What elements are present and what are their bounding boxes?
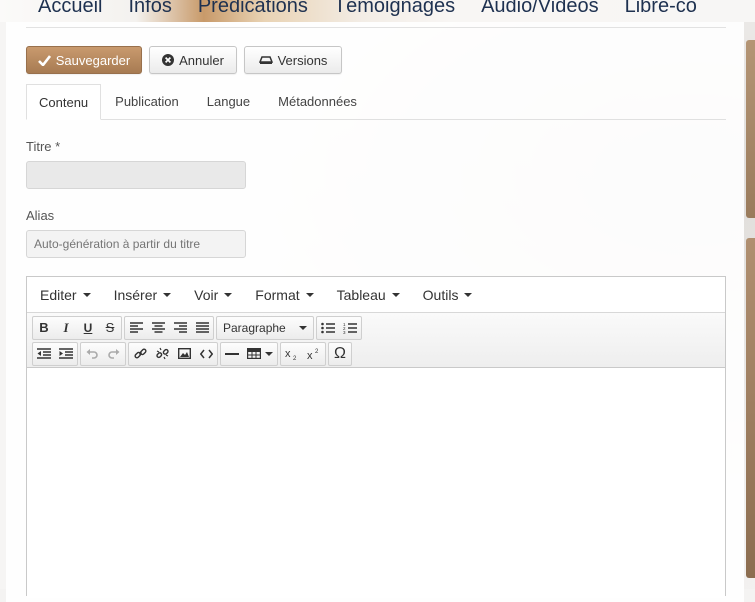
menu-inserer[interactable]: Insérer [114,287,172,303]
align-center-icon[interactable] [147,317,169,339]
subscript-icon[interactable]: x2 [281,343,303,365]
strikethrough-button[interactable]: S [99,317,121,339]
archive-icon [258,55,273,65]
side-decoration-top [746,40,755,218]
align-justify-icon[interactable] [191,317,213,339]
header-divider [26,27,726,28]
nav-item-audio-videos[interactable]: Audio/Vidéos [481,0,599,21]
menu-editer[interactable]: Editer [40,287,91,303]
menu-voir-label: Voir [194,286,219,303]
menu-format[interactable]: Format [255,286,314,303]
menu-format-label: Format [255,286,300,303]
check-icon [37,54,51,66]
editor-content-area[interactable] [27,368,725,598]
menu-voir[interactable]: Voir [194,286,233,303]
nav-item-predications[interactable]: Prédications [198,0,308,21]
tab-contenu[interactable]: Contenu [26,84,102,120]
caret-down-icon [464,292,473,297]
caret-down-icon [224,292,233,297]
superscript-icon[interactable]: x2 [303,343,325,365]
menu-outils-label: Outils [422,286,459,303]
format-select-value: Paragraphe [223,320,286,335]
code-icon[interactable] [195,343,217,365]
tab-langue[interactable]: Langue [193,84,264,120]
title-label: Titre * [26,139,61,154]
redo-icon[interactable] [103,343,125,365]
history-group [80,341,126,366]
link-icon[interactable] [129,343,151,365]
close-circle-icon [162,54,175,66]
align-left-icon[interactable] [125,317,147,339]
menu-editer-label: Editer [40,286,77,303]
nav-item-accueil[interactable]: Accueil [38,0,102,21]
alignment-group [124,315,214,340]
script-group: x2 x2 [280,341,326,366]
menu-tableau-label: Tableau [336,286,386,303]
image-icon[interactable] [173,343,195,365]
undo-icon[interactable] [81,343,103,365]
toolbar-row-2: x2 x2 Ω [32,341,725,366]
caret-down-icon [305,292,314,297]
tab-publication[interactable]: Publication [101,84,193,120]
caret-down-icon [163,292,172,297]
versions-button[interactable]: Versions [244,46,342,74]
svg-text:2: 2 [293,356,297,360]
bold-button[interactable]: B [33,317,55,339]
insert-group [220,341,278,366]
cancel-button[interactable]: Annuler [149,46,237,74]
outdent-icon[interactable] [33,343,55,365]
indent-group [32,341,78,366]
menu-outils[interactable]: Outils [423,287,473,303]
text-style-group: B I U S [32,315,122,340]
caret-down-icon [82,292,91,297]
horizontal-rule-icon[interactable] [221,343,243,365]
numbered-list-icon[interactable]: 123 [339,317,361,339]
unlink-icon[interactable] [151,343,173,365]
action-toolbar: Sauvegarder Annuler Versions [26,46,342,74]
menu-inserer-label: Insérer [113,286,158,303]
svg-text:3: 3 [343,330,346,334]
editor-toolbars: B I U S Paragraphe 123 x 2 x 2 Ω [27,312,725,368]
caret-down-icon [265,351,273,356]
title-input[interactable] [26,161,246,189]
tab-bar: Contenu Publication Langue Métadonnées [26,84,726,120]
underline-button[interactable]: U [77,317,99,339]
menu-tableau[interactable]: Tableau [337,287,400,303]
italic-button[interactable]: I [55,317,77,339]
list-group: 123 [316,315,362,340]
bullet-list-icon[interactable] [317,317,339,339]
versions-button-label: Versions [277,52,328,68]
format-select-group: Paragraphe [216,315,314,340]
format-select[interactable]: Paragraphe [217,317,313,339]
align-right-icon[interactable] [169,317,191,339]
indent-icon[interactable] [55,343,77,365]
special-char-group: Ω [328,341,352,366]
svg-text:2: 2 [315,349,319,355]
side-decoration-bottom [746,238,755,578]
omega-icon[interactable]: Ω [329,343,351,365]
tab-metadonnees[interactable]: Métadonnées [264,84,371,120]
save-button[interactable]: Sauvegarder [26,46,142,74]
link-group [128,341,218,366]
editor-menubar: Editer Insérer Voir Format Tableau Outil… [27,277,725,312]
nav-item-libre-co[interactable]: Libre-co [625,0,697,21]
alias-label: Alias [26,208,55,223]
table-icon[interactable] [243,343,277,365]
caret-down-icon [391,292,400,297]
nav-item-temoignages[interactable]: Témoignages [334,0,455,21]
svg-text:x: x [285,348,291,360]
cancel-button-label: Annuler [179,52,224,68]
rich-text-editor: Editer Insérer Voir Format Tableau Outil… [26,276,726,598]
svg-text:x: x [307,350,313,360]
main-nav: Accueil Infos Prédications Témoignages A… [0,0,697,21]
save-button-label: Sauvegarder [55,52,131,68]
site-header-banner: Accueil Infos Prédications Témoignages A… [0,0,755,22]
toolbar-row-1: B I U S Paragraphe 123 [32,315,725,340]
caret-down-icon [299,325,307,330]
nav-item-infos[interactable]: Infos [128,0,171,21]
alias-input[interactable] [26,230,246,258]
